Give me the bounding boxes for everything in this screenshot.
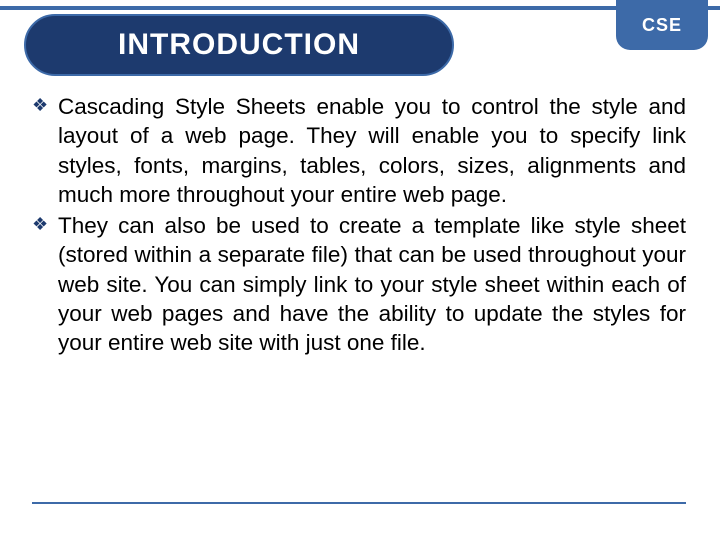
slide-title-text: INTRODUCTION [118, 28, 360, 62]
top-accent-stripe [0, 6, 720, 10]
slide-content: Cascading Style Sheets enable you to con… [32, 92, 686, 359]
bullet-item: They can also be used to create a templa… [32, 211, 686, 357]
corner-badge: CSE [616, 0, 708, 50]
slide-title-pill: INTRODUCTION [24, 14, 454, 76]
bullet-text: Cascading Style Sheets enable you to con… [58, 94, 686, 207]
footer-divider [32, 502, 686, 504]
corner-badge-text: CSE [642, 15, 682, 36]
bullet-text: They can also be used to create a templa… [58, 213, 686, 355]
bullet-item: Cascading Style Sheets enable you to con… [32, 92, 686, 209]
